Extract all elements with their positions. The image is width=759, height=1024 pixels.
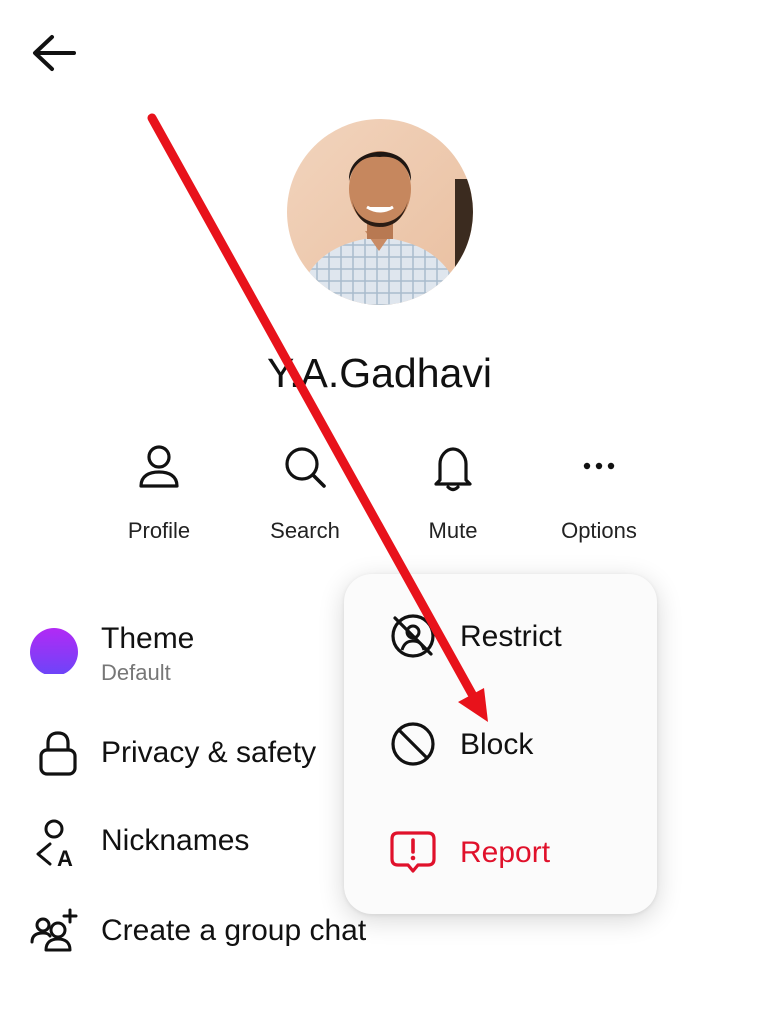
create-group-chat-label: Create a group chat	[101, 914, 367, 947]
theme-value: Default	[101, 660, 171, 685]
bell-icon	[434, 447, 472, 492]
lock-icon	[39, 731, 77, 776]
avatar[interactable]	[287, 119, 473, 305]
block-menu-item[interactable]: Block	[344, 694, 657, 794]
profile-photo	[287, 119, 473, 305]
back-button[interactable]	[24, 30, 82, 76]
options-menu: Restrict Block Report	[344, 574, 657, 914]
nicknames-row[interactable]: A Nicknames	[28, 818, 388, 870]
search-button[interactable]: Search	[240, 440, 370, 544]
profile-button[interactable]: Profile	[94, 440, 224, 544]
report-icon	[390, 831, 436, 873]
report-label: Report	[460, 836, 551, 869]
privacy-safety-row[interactable]: Privacy & safety	[28, 728, 388, 780]
nickname-icon: A	[36, 819, 73, 870]
restrict-menu-item[interactable]: Restrict	[344, 586, 657, 686]
svg-text:A: A	[57, 846, 73, 870]
mute-label: Mute	[428, 518, 478, 543]
search-label: Search	[270, 518, 340, 543]
report-menu-item[interactable]: Report	[344, 802, 657, 902]
options-label: Options	[561, 518, 637, 543]
nicknames-label: Nicknames	[101, 824, 250, 857]
profile-label: Profile	[127, 518, 191, 543]
search-icon	[285, 447, 326, 488]
theme-row[interactable]: Theme Default	[28, 622, 388, 692]
restrict-icon	[391, 614, 435, 658]
restrict-label: Restrict	[460, 620, 562, 653]
mute-button[interactable]: Mute	[388, 440, 518, 544]
block-icon	[391, 722, 435, 766]
options-button[interactable]: Options	[534, 440, 664, 544]
theme-label: Theme	[101, 622, 195, 655]
block-label: Block	[460, 728, 534, 761]
person-icon	[139, 445, 179, 488]
more-horizontal-icon	[583, 462, 615, 470]
contact-name: Y.A.Gadhavi	[267, 350, 492, 396]
privacy-safety-label: Privacy & safety	[101, 736, 317, 769]
theme-circle-icon	[30, 628, 78, 674]
arrow-left-icon	[33, 35, 76, 71]
create-group-chat-row[interactable]: Create a group chat	[28, 906, 388, 958]
add-group-icon	[30, 908, 78, 952]
